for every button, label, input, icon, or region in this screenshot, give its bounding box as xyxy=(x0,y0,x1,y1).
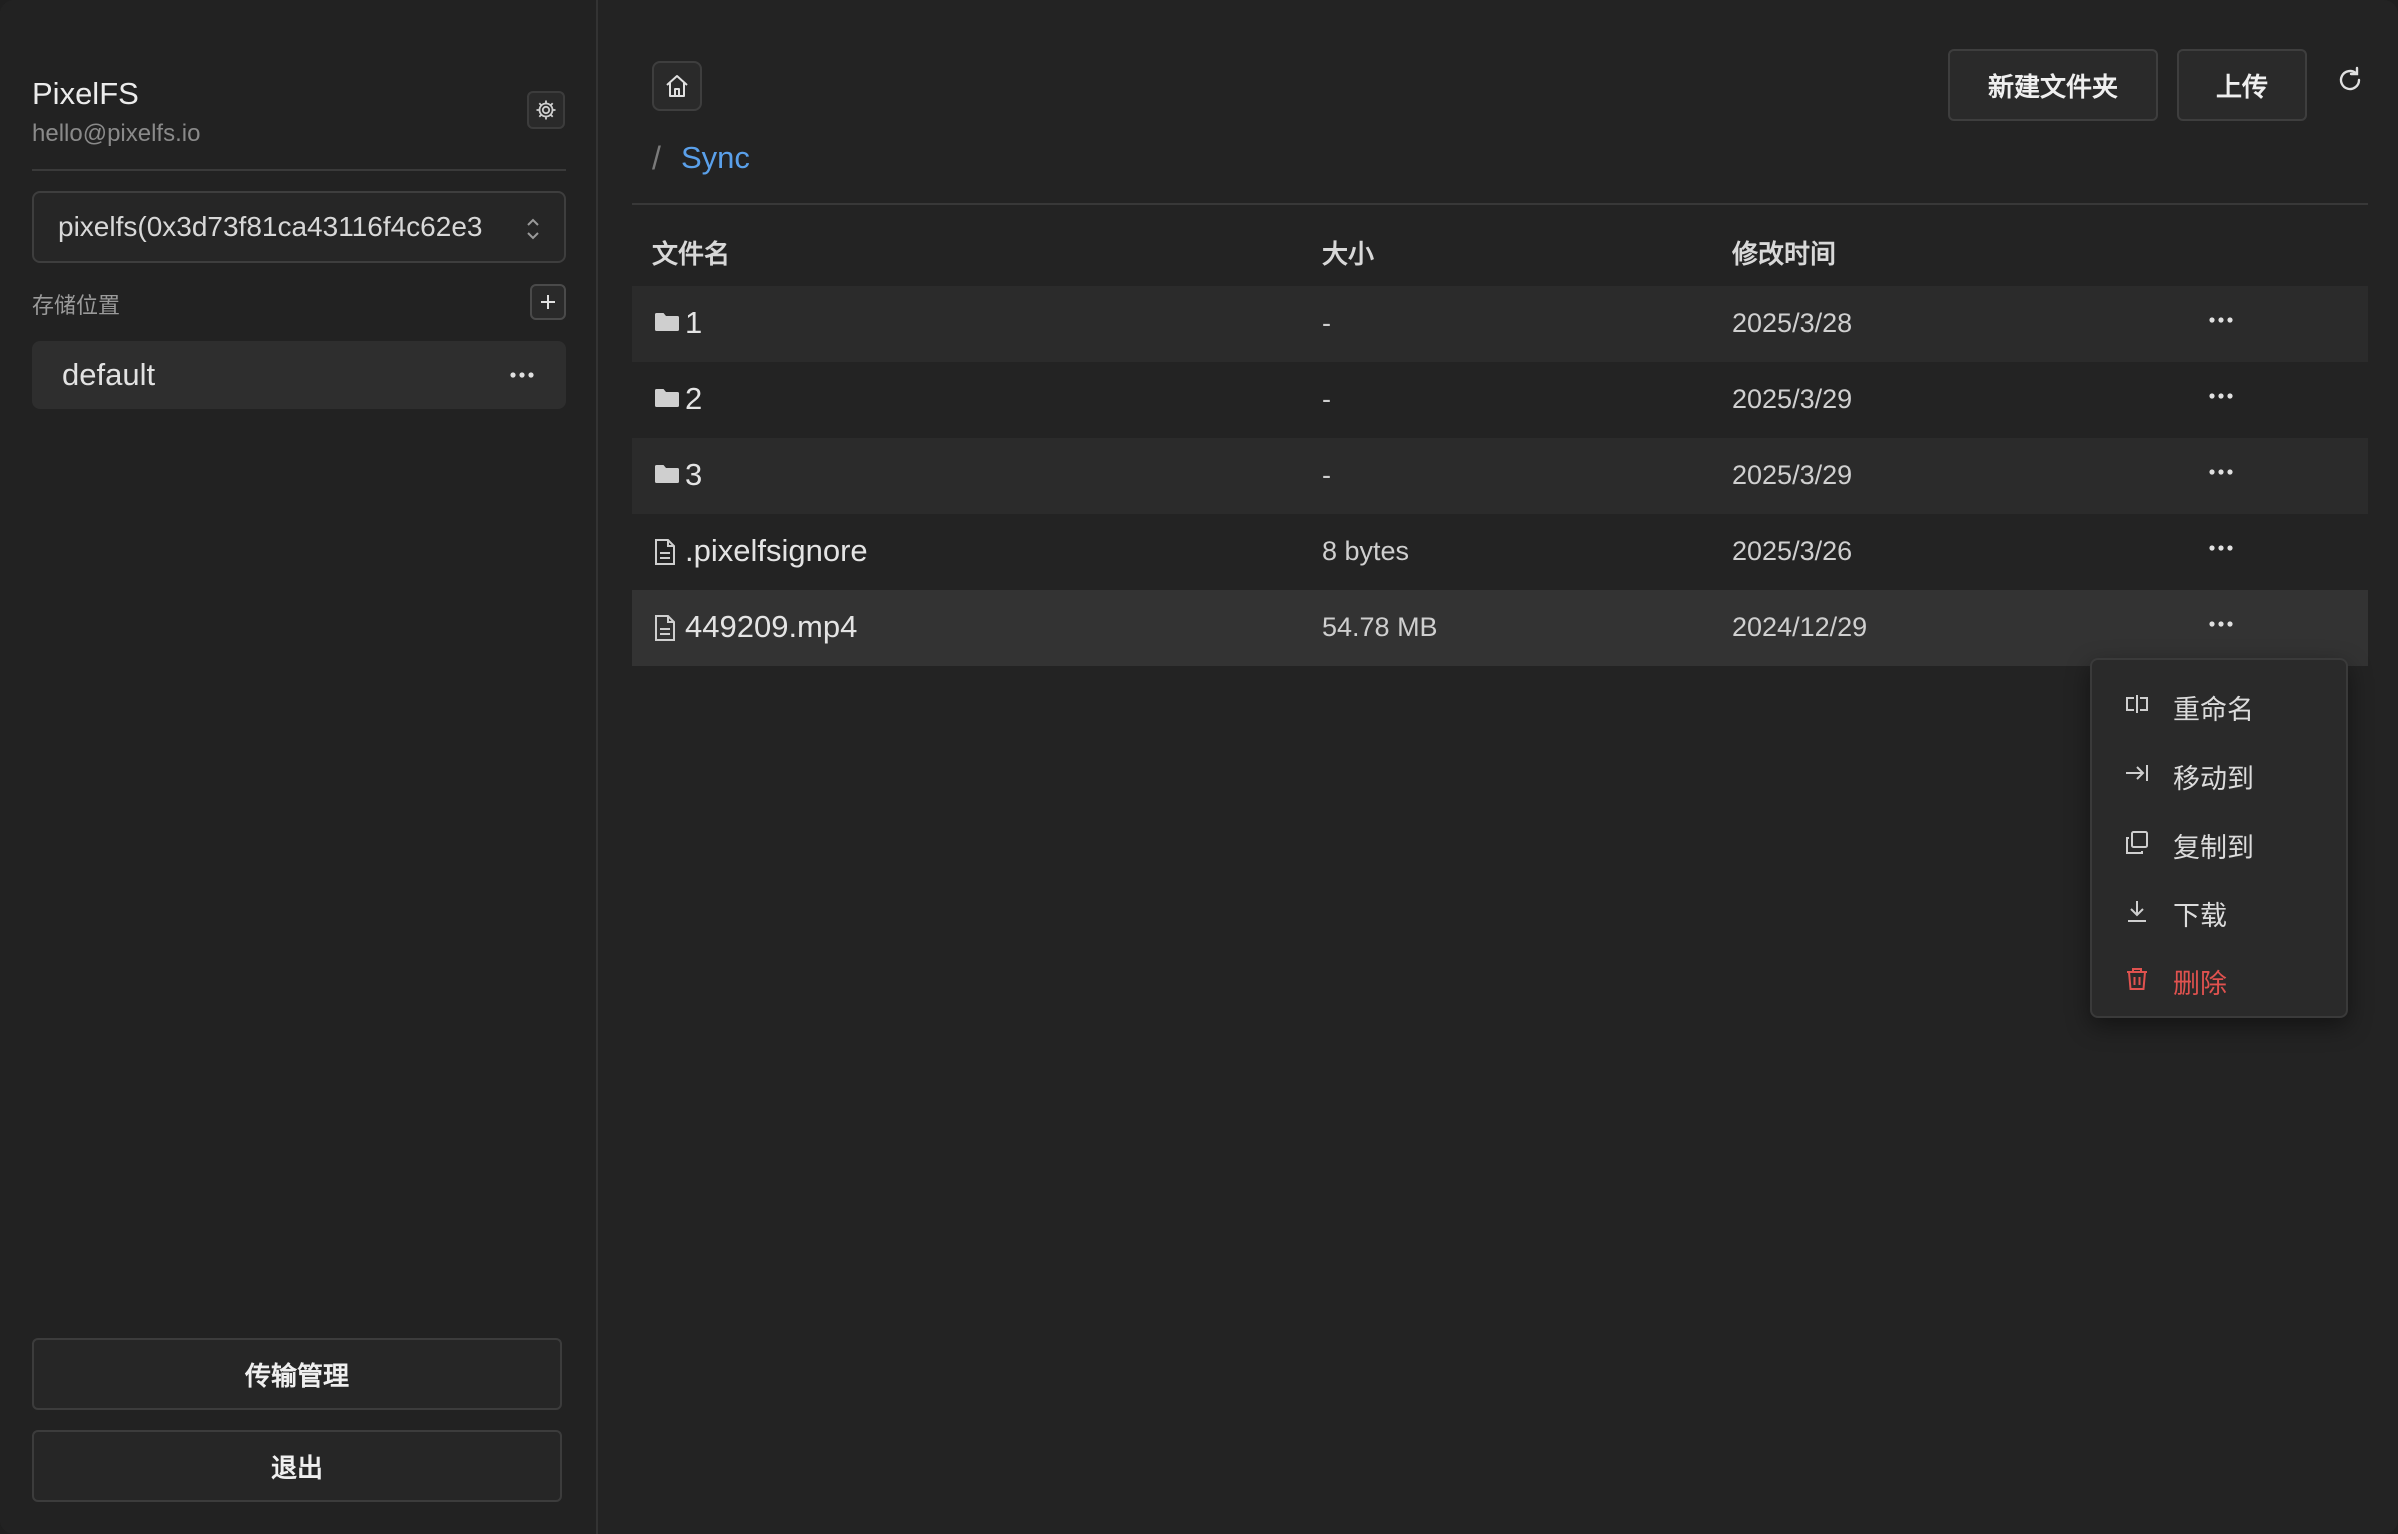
new-folder-button[interactable]: 新建文件夹 xyxy=(1948,49,2158,121)
file-icon xyxy=(655,539,675,565)
breadcrumb-separator: / xyxy=(652,140,661,176)
chevron-updown-icon xyxy=(527,218,539,240)
menu-item-rename[interactable]: 重命名 xyxy=(2092,674,2346,734)
file-icon xyxy=(655,615,675,641)
header-divider xyxy=(632,203,2368,205)
trash-icon xyxy=(2127,968,2147,990)
file-modified: 2025/3/28 xyxy=(1732,308,1853,338)
breadcrumb-current[interactable]: Sync xyxy=(681,140,750,176)
copy-to-icon xyxy=(2126,831,2148,854)
menu-item-label: 下载 xyxy=(2173,901,2227,931)
table-row[interactable]: 1 - 2025/3/28 xyxy=(632,286,2368,362)
menu-item-label: 复制到 xyxy=(2173,833,2254,863)
menu-item-download[interactable]: 下载 xyxy=(2092,880,2346,940)
menu-item-move-to[interactable]: 移动到 xyxy=(2092,743,2346,803)
file-size: 54.78 MB xyxy=(1322,612,1438,642)
add-storage-button[interactable] xyxy=(530,284,566,320)
app-name: PixelFS xyxy=(32,76,139,111)
download-icon xyxy=(2128,901,2146,922)
menu-item-label: 移动到 xyxy=(2173,764,2254,794)
folder-icon xyxy=(655,465,679,483)
home-button[interactable] xyxy=(652,61,702,111)
storage-item-default[interactable]: default xyxy=(32,341,566,409)
file-size: - xyxy=(1322,384,1331,414)
user-email: hello@pixelfs.io xyxy=(32,120,201,147)
upload-button[interactable]: 上传 xyxy=(2177,49,2307,121)
gear-icon xyxy=(536,100,556,120)
file-name: .pixelfsignore xyxy=(685,533,868,568)
file-name: 2 xyxy=(685,381,703,416)
table-row[interactable]: 449209.mp4 54.78 MB 2024/12/29 xyxy=(632,590,2368,666)
table-row[interactable]: .pixelfsignore 8 bytes 2025/3/26 xyxy=(632,514,2368,590)
storage-section-label: 存储位置 xyxy=(32,293,121,318)
file-size: - xyxy=(1322,308,1331,338)
move-to-icon xyxy=(2126,765,2148,781)
menu-item-copy-to[interactable]: 复制到 xyxy=(2092,812,2346,872)
table-row[interactable]: 3 - 2025/3/29 xyxy=(632,438,2368,514)
account-select[interactable]: pixelfs(0x3d73f81ca43116f4c62e3 xyxy=(32,191,566,263)
plus-icon xyxy=(541,295,555,309)
sidebar: PixelFS hello@pixelfs.io pixelfs(0x3d73f… xyxy=(0,0,598,1534)
table-header: 文件名 大小 修改时间 xyxy=(632,230,2368,276)
more-horizontal-icon[interactable] xyxy=(2207,390,2235,402)
menu-item-label: 删除 xyxy=(2173,969,2227,999)
transfer-management-button[interactable]: 传输管理 xyxy=(32,1338,562,1410)
logout-button[interactable]: 退出 xyxy=(32,1430,562,1502)
folder-icon xyxy=(655,313,679,331)
more-horizontal-icon[interactable] xyxy=(508,361,536,389)
column-header-name[interactable]: 文件名 xyxy=(652,234,730,271)
table-row[interactable]: 2 - 2025/3/29 xyxy=(632,362,2368,438)
rename-icon xyxy=(2126,695,2148,713)
sidebar-divider xyxy=(32,169,566,171)
menu-item-delete[interactable]: 删除 xyxy=(2092,948,2346,1008)
more-horizontal-icon[interactable] xyxy=(2207,542,2235,554)
file-size: 8 bytes xyxy=(1322,536,1410,566)
app-window: PixelFS hello@pixelfs.io pixelfs(0x3d73f… xyxy=(0,0,2398,1534)
menu-item-label: 重命名 xyxy=(2173,695,2254,725)
refresh-icon xyxy=(2339,66,2361,91)
context-menu: 重命名 移动到 复制到 下载 删除 xyxy=(2090,658,2348,1018)
more-horizontal-icon[interactable] xyxy=(2207,466,2235,478)
column-header-modified[interactable]: 修改时间 xyxy=(1732,234,1836,271)
file-modified: 2024/12/29 xyxy=(1732,612,1868,642)
file-list: 1 - 2025/3/28 2 - 2025/3/29 3 - 2025/3/2… xyxy=(632,286,2368,666)
folder-icon xyxy=(655,389,679,407)
file-size: - xyxy=(1322,460,1331,490)
file-modified: 2025/3/29 xyxy=(1732,460,1853,490)
file-name: 1 xyxy=(685,305,703,340)
storage-item-label: default xyxy=(62,357,156,392)
file-name: 449209.mp4 xyxy=(685,609,858,644)
home-icon xyxy=(666,75,688,97)
account-select-value: pixelfs(0x3d73f81ca43116f4c62e3 xyxy=(58,211,483,242)
file-modified: 2025/3/29 xyxy=(1732,384,1853,414)
file-name: 3 xyxy=(685,457,703,492)
settings-button[interactable] xyxy=(527,91,565,129)
file-modified: 2025/3/26 xyxy=(1732,536,1853,566)
more-horizontal-icon[interactable] xyxy=(2207,618,2235,630)
column-header-size[interactable]: 大小 xyxy=(1322,234,1374,271)
refresh-button[interactable] xyxy=(2332,62,2368,98)
more-horizontal-icon[interactable] xyxy=(2207,314,2235,326)
